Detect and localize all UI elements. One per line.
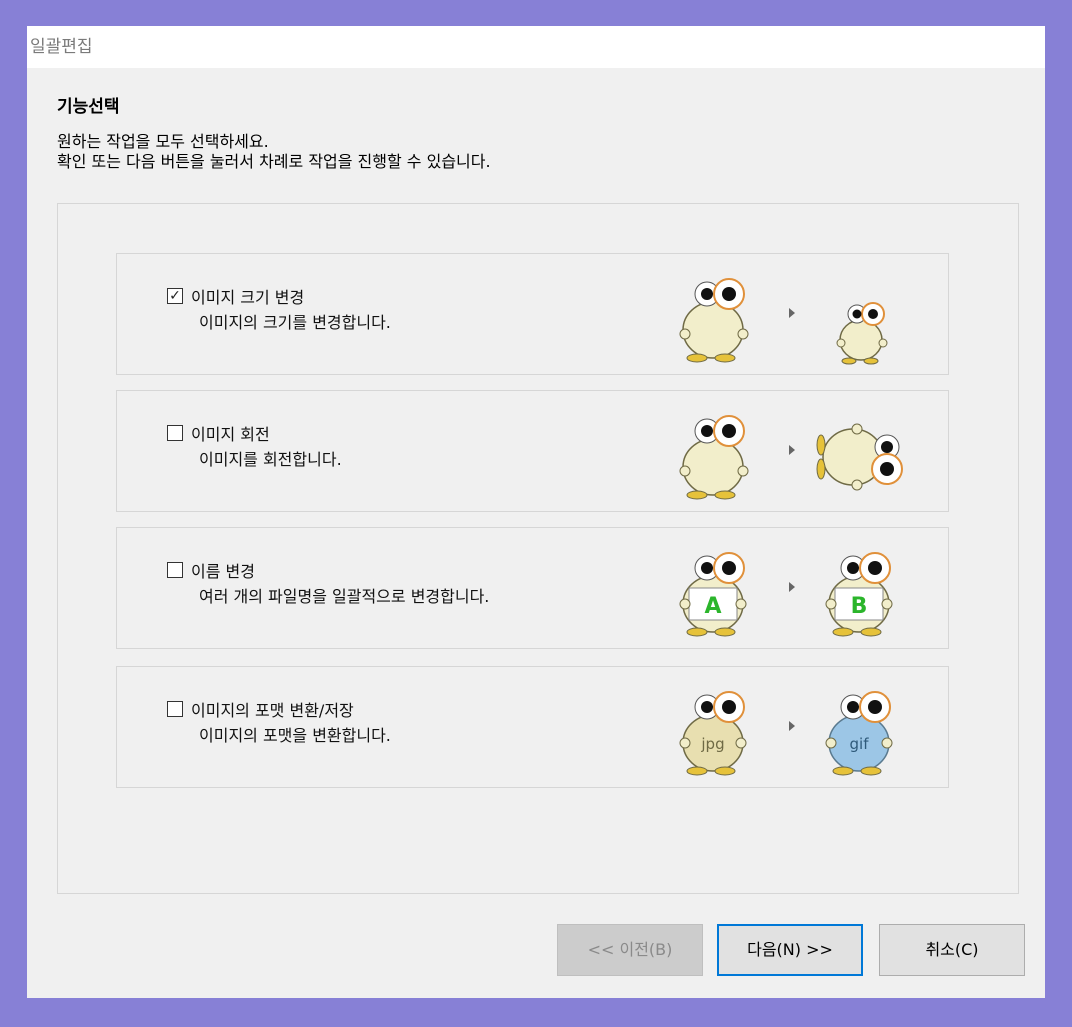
mascot-large-icon (679, 415, 749, 500)
option-description: 이미지의 포맷을 변환합니다. (199, 726, 391, 745)
mascot-rotated-icon (816, 423, 903, 491)
format-checkbox[interactable] (167, 701, 183, 717)
option-resize[interactable]: ✓ 이미지 크기 변경 이미지의 크기를 변경합니다. (116, 253, 949, 375)
svg-text:jpg: jpg (700, 735, 724, 753)
mascot-gif-icon: gif (825, 691, 893, 776)
option-title: 이미지 크기 변경 (191, 288, 305, 307)
option-description: 여러 개의 파일명을 일괄적으로 변경합니다. (199, 587, 490, 606)
mascot-sign-a-icon: A (679, 552, 747, 637)
mascot-jpg-icon: jpg (679, 691, 747, 776)
window-title: 일괄편집 (27, 26, 1045, 68)
option-title: 이미지 회전 (191, 425, 270, 444)
option-rotate[interactable]: 이미지 회전 이미지를 회전합니다. (116, 390, 949, 512)
svg-text:B: B (851, 594, 868, 619)
next-button[interactable]: 다음(N) >> (717, 924, 863, 976)
option-title: 이미지의 포맷 변환/저장 (191, 701, 354, 720)
arrow-right-icon (789, 445, 795, 455)
option-description: 이미지를 회전합니다. (199, 450, 342, 469)
arrow-right-icon (789, 308, 795, 318)
instructions-line-1: 원하는 작업을 모두 선택하세요. (57, 132, 269, 151)
option-description: 이미지의 크기를 변경합니다. (199, 313, 391, 332)
instructions: 원하는 작업을 모두 선택하세요. 확인 또는 다음 버튼을 눌러서 차례로 작… (57, 132, 491, 172)
rotate-checkbox[interactable] (167, 425, 183, 441)
section-heading: 기능선택 (57, 97, 120, 117)
arrow-right-icon (789, 582, 795, 592)
svg-text:A: A (704, 594, 721, 619)
rename-checkbox[interactable] (167, 562, 183, 578)
cancel-button[interactable]: 취소(C) (879, 924, 1025, 976)
batch-edit-dialog: 일괄편집 기능선택 원하는 작업을 모두 선택하세요. 확인 또는 다음 버튼을… (27, 26, 1045, 998)
svg-text:gif: gif (850, 735, 870, 753)
prev-button[interactable]: << 이전(B) (557, 924, 703, 976)
resize-checkbox[interactable]: ✓ (167, 288, 183, 304)
instructions-line-2: 확인 또는 다음 버튼을 눌러서 차례로 작업을 진행할 수 있습니다. (57, 152, 491, 171)
arrow-right-icon (789, 721, 795, 731)
mascot-large-icon (679, 278, 749, 363)
option-title: 이름 변경 (191, 562, 255, 581)
option-format-convert[interactable]: 이미지의 포맷 변환/저장 이미지의 포맷을 변환합니다. jpg gif (116, 666, 949, 788)
mascot-small-icon (836, 302, 888, 365)
option-rename[interactable]: 이름 변경 여러 개의 파일명을 일괄적으로 변경합니다. A B (116, 527, 949, 649)
mascot-sign-b-icon: B (825, 552, 893, 637)
